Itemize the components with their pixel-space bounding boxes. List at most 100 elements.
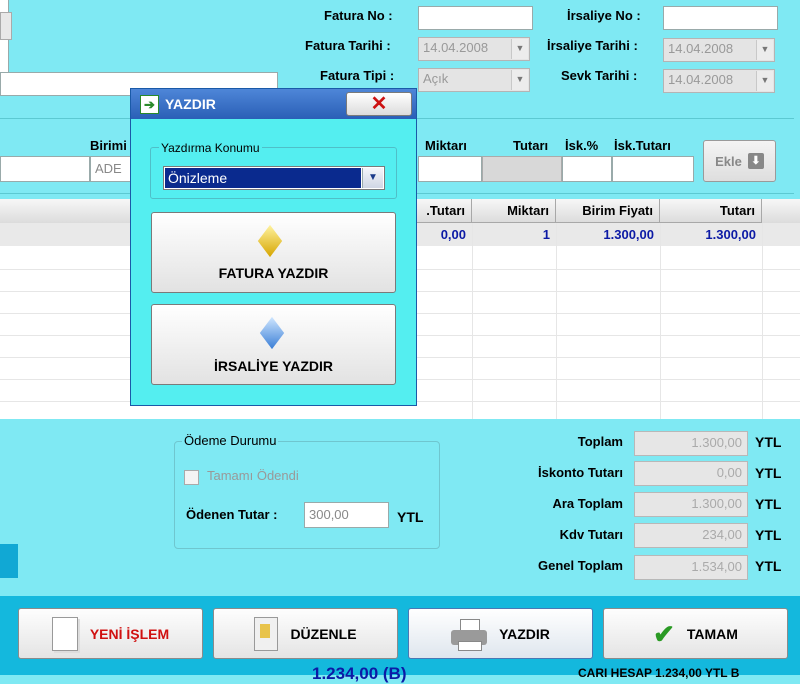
grid-cell: 1 bbox=[542, 227, 550, 242]
chevron-down-icon[interactable]: ▼ bbox=[756, 71, 773, 91]
totals-currency: YTL bbox=[755, 558, 782, 574]
close-button[interactable]: ✕ bbox=[346, 92, 412, 116]
totals-label: Ara Toplam bbox=[552, 496, 623, 511]
odenen-label: Ödenen Tutar : bbox=[186, 507, 278, 522]
fatura-no-field[interactable] bbox=[418, 6, 533, 30]
chevron-down-icon[interactable]: ▼ bbox=[511, 39, 528, 59]
sevk-tarihi-value: 14.04.2008 bbox=[668, 72, 734, 87]
yeni-islem-label: YENİ İŞLEM bbox=[89, 625, 170, 642]
arrow-down-icon: ⬇ bbox=[747, 153, 764, 169]
duzenle-label: DÜZENLE bbox=[290, 625, 357, 642]
entry-left-field[interactable] bbox=[0, 156, 90, 182]
totals-currency: YTL bbox=[755, 496, 782, 512]
fatura-no-label: Fatura No : bbox=[324, 8, 393, 23]
totals-value: 1.300,00 bbox=[634, 492, 748, 517]
checkmark-icon: ✔ bbox=[653, 618, 675, 649]
isk-label: İsk.% bbox=[565, 138, 599, 153]
grid-vline bbox=[762, 223, 763, 419]
sevk-tarihi-label: Sevk Tarihi : bbox=[561, 68, 638, 83]
irsaliye-tarihi-picker[interactable]: 14.04.2008 ▼ bbox=[663, 38, 775, 62]
totals-value: 0,00 bbox=[634, 461, 748, 486]
sevk-tarihi-picker[interactable]: 14.04.2008 ▼ bbox=[663, 69, 775, 93]
totals-currency: YTL bbox=[755, 465, 782, 481]
fatura-tarihi-picker[interactable]: 14.04.2008 ▼ bbox=[418, 37, 530, 61]
edit-document-icon bbox=[254, 616, 279, 651]
yellow-diamond-icon bbox=[257, 224, 283, 258]
totals-label: Kdv Tutarı bbox=[559, 527, 623, 542]
fatura-tipi-select[interactable]: Açık ▼ bbox=[418, 68, 530, 92]
column-header[interactable]: Tutarı bbox=[660, 199, 762, 223]
totals-label: İskonto Tutarı bbox=[538, 465, 623, 480]
yazdir-button[interactable]: YAZDIR bbox=[408, 608, 593, 659]
tutar-field bbox=[482, 156, 562, 182]
tamam-button[interactable]: ✔ TAMAM bbox=[603, 608, 788, 659]
footer-left-text: 1.234,00 (B) bbox=[312, 664, 407, 683]
column-header[interactable]: Birim Fiyatı bbox=[556, 199, 660, 223]
fatura-tipi-value: Açık bbox=[423, 71, 449, 86]
odeme-group-label: Ödeme Durumu bbox=[182, 433, 279, 448]
birimi-value: ADE bbox=[95, 161, 122, 176]
miktar-label: Miktarı bbox=[425, 138, 467, 153]
odeme-group bbox=[174, 441, 440, 549]
fatura-tarihi-label: Fatura Tarihi : bbox=[305, 38, 391, 53]
tutar-label: Tutarı bbox=[513, 138, 549, 153]
konum-select[interactable]: Önizleme ▼ bbox=[163, 166, 385, 190]
konum-group-label: Yazdırma Konumu bbox=[159, 141, 262, 155]
totals-value: 234,00 bbox=[634, 523, 748, 548]
dialog-title-bar[interactable]: ➔ YAZDIR ✕ bbox=[131, 89, 416, 119]
grid-vline bbox=[472, 223, 473, 419]
totals-label: Toplam bbox=[577, 434, 623, 449]
isk-field[interactable] bbox=[562, 156, 612, 182]
totals-currency: YTL bbox=[755, 527, 782, 543]
yeni-islem-button[interactable]: YENİ İŞLEM bbox=[18, 608, 203, 659]
totals-value: 1.534,00 bbox=[634, 555, 748, 580]
totals-label: Genel Toplam bbox=[538, 558, 623, 573]
fatura-tipi-label: Fatura Tipi : bbox=[320, 68, 395, 83]
isk-tutar-label: İsk.Tutarı bbox=[614, 138, 671, 153]
grid-cell: 1.300,00 bbox=[603, 227, 654, 242]
irsaliye-yazdir-label: İRSALİYE YAZDIR bbox=[213, 358, 334, 374]
odenen-currency: YTL bbox=[397, 509, 424, 525]
footer-right-text: CARI HESAP 1.234,00 YTL B bbox=[578, 666, 740, 680]
irsaliye-no-field[interactable] bbox=[663, 6, 778, 30]
fatura-tarihi-value: 14.04.2008 bbox=[423, 40, 489, 55]
totals-value: 1.300,00 bbox=[634, 431, 748, 456]
left-accent-block bbox=[0, 544, 18, 578]
document-icon bbox=[51, 616, 78, 651]
top-left-control[interactable] bbox=[0, 12, 12, 40]
grid-cell: 0,00 bbox=[440, 227, 466, 242]
yazdir-label: YAZDIR bbox=[499, 625, 550, 642]
fatura-yazdir-label: FATURA YAZDIR bbox=[218, 265, 329, 281]
dialog-title: YAZDIR bbox=[165, 96, 216, 112]
odenen-input[interactable]: 300,00 bbox=[304, 502, 389, 528]
blue-diamond-icon bbox=[259, 316, 285, 350]
irsaliye-no-label: İrsaliye No : bbox=[567, 8, 641, 23]
grid-cell: 1.300,00 bbox=[705, 227, 756, 242]
totals-currency: YTL bbox=[755, 434, 782, 450]
chevron-down-icon[interactable]: ▼ bbox=[511, 70, 528, 90]
duzenle-button[interactable]: DÜZENLE bbox=[213, 608, 398, 659]
fatura-yazdir-button[interactable]: FATURA YAZDIR bbox=[151, 212, 396, 293]
print-dialog[interactable]: ➔ YAZDIR ✕ Yazdırma Konumu Önizleme ▼ FA… bbox=[130, 88, 417, 406]
miktar-field[interactable] bbox=[418, 156, 482, 182]
konum-select-value: Önizleme bbox=[165, 168, 361, 188]
printer-icon bbox=[451, 618, 488, 651]
close-icon: ✕ bbox=[370, 93, 388, 115]
chevron-down-icon[interactable]: ▼ bbox=[362, 168, 383, 188]
tamami-checkbox[interactable] bbox=[184, 470, 199, 485]
column-header[interactable]: Miktarı bbox=[472, 199, 556, 223]
chevron-down-icon[interactable]: ▼ bbox=[756, 40, 773, 60]
odenen-value: 300,00 bbox=[309, 507, 349, 522]
column-header[interactable]: .Tutarı bbox=[417, 199, 472, 223]
irsaliye-yazdir-button[interactable]: İRSALİYE YAZDIR bbox=[151, 304, 396, 385]
birimi-label: Birimi bbox=[90, 138, 127, 153]
birimi-field[interactable]: ADE bbox=[90, 156, 132, 182]
tamami-label: Tamamı Ödendi bbox=[207, 468, 299, 483]
grid-vline bbox=[556, 223, 557, 419]
irsaliye-tarihi-value: 14.04.2008 bbox=[668, 41, 734, 56]
grid-vline bbox=[660, 223, 661, 419]
ekle-button[interactable]: Ekle ⬇ bbox=[703, 140, 776, 182]
tamam-label: TAMAM bbox=[686, 625, 738, 642]
isk-tutar-field[interactable] bbox=[612, 156, 694, 182]
arrow-right-icon: ➔ bbox=[140, 95, 159, 114]
